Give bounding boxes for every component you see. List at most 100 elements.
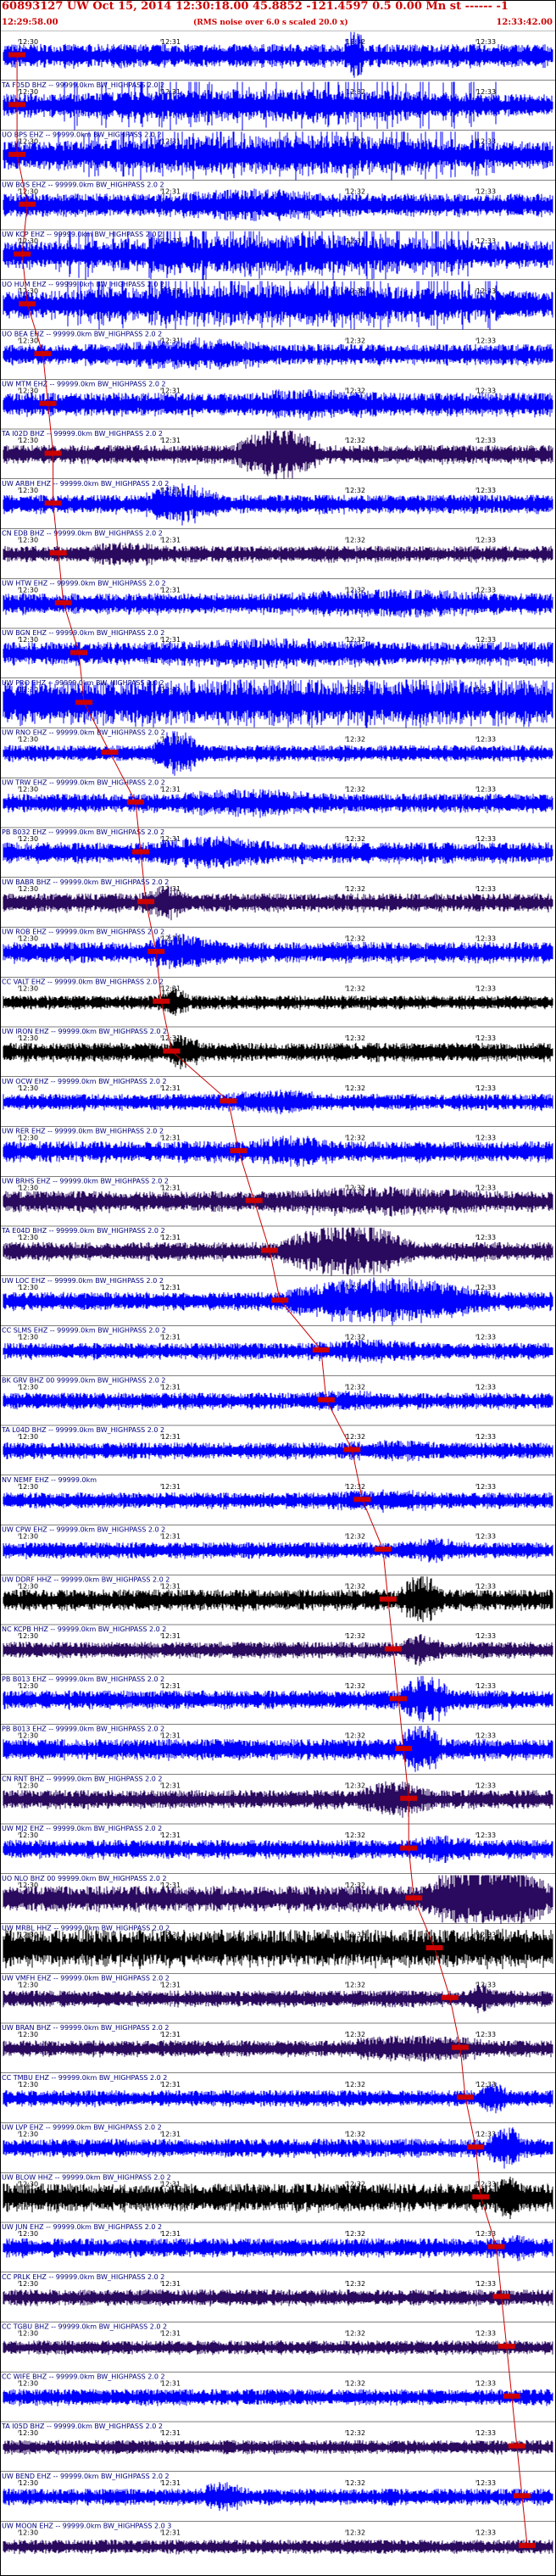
trace-row: UW ARBH EHZ -- 99999.0km BW_HIGHPASS 2.0… — [0, 478, 556, 526]
time-tick-label: 12:32 — [346, 1781, 365, 1789]
time-tick-label: 12:32 — [346, 785, 365, 793]
time-tick-label: 12:32 — [346, 1682, 365, 1690]
time-tick-label: 12:30 — [19, 1832, 38, 1839]
time-tick-label: 12:32 — [346, 1582, 365, 1590]
time-tick-label: 12:31 — [161, 1981, 181, 1988]
time-tick-label: 12:30 — [19, 2429, 38, 2437]
time-tick-label: 12:32 — [346, 2230, 365, 2238]
waveform — [3, 1089, 553, 1115]
time-tick-label: 12:30 — [19, 2529, 38, 2537]
waveform — [3, 231, 553, 281]
time-tick-label: 12:31 — [161, 387, 181, 394]
waveform — [3, 1983, 553, 2014]
trace-row: PB B032 EHZ -- 99999.0km BW_HIGHPASS 2.0… — [0, 827, 556, 869]
trace-row: UO NLO BHZ 00 99999.0km BW_HIGHPASS 2.0 … — [0, 1873, 556, 1924]
time-tick-label: 12:31 — [161, 1533, 181, 1541]
time-tick-label: 12:30 — [19, 1084, 38, 1092]
time-tick-label: 12:30 — [19, 1433, 38, 1441]
time-tick-label: 12:33 — [476, 2529, 496, 2537]
time-tick-label: 12:31 — [161, 187, 181, 195]
time-tick-label: 12:33 — [476, 885, 496, 893]
time-tick-label: 12:30 — [19, 1334, 38, 1341]
time-tick-label: 12:33 — [476, 1334, 496, 1341]
time-tick-label: 12:31 — [161, 1582, 181, 1590]
time-tick-label: 12:31 — [161, 1732, 181, 1740]
time-tick-label: 12:30 — [19, 785, 38, 793]
time-tick-label: 12:30 — [19, 2379, 38, 2387]
trace-row: PB B013 EHZ -- 99999.0km BW_HIGHPASS 2.0… — [0, 1724, 556, 1772]
time-tick-label: 12:31 — [161, 1682, 181, 1690]
waveform — [3, 933, 553, 969]
trace-row: UW PRO EHZ -- 99999.0km BW_HIGHPASS 2.0 … — [0, 677, 556, 728]
time-tick-label: 12:32 — [346, 736, 365, 744]
time-tick-label: 12:33 — [476, 437, 496, 444]
time-tick-label: 12:31 — [161, 1383, 181, 1391]
time-tick-label: 12:31 — [161, 586, 181, 594]
time-tick-label: 12:33 — [476, 1383, 496, 1391]
time-tick-label: 12:32 — [346, 537, 365, 544]
time-tick-label: 12:33 — [476, 387, 496, 394]
waveform — [3, 2389, 553, 2406]
time-tick-label: 12:30 — [19, 935, 38, 943]
time-tick-label: 12:32 — [346, 2081, 365, 2088]
time-tick-label: 12:32 — [346, 1135, 365, 1142]
time-tick-label: 12:30 — [19, 1135, 38, 1142]
trace-row: UW LVP EHZ -- 99999.0km BW_HIGHPASS 2.0 … — [0, 2122, 556, 2169]
time-tick-label: 12:33 — [476, 586, 496, 594]
time-tick-label: 12:30 — [19, 1981, 38, 1988]
time-tick-label: 12:30 — [19, 1383, 38, 1391]
time-tick-label: 12:33 — [476, 1184, 496, 1191]
time-tick-label: 12:30 — [19, 1034, 38, 1042]
time-tick-label: 12:33 — [476, 636, 496, 644]
time-tick-label: 12:33 — [476, 835, 496, 843]
trace-row: UW BEND EHZ -- 99999.0km BW_HIGHPASS 2.0… — [0, 2471, 556, 2512]
time-tick-label: 12:33 — [476, 1234, 496, 1241]
time-tick-label: 12:33 — [476, 1135, 496, 1142]
trace-row: UW BOS EHZ -- 99999.0km BW_HIGHPASS 2.0 … — [0, 179, 556, 221]
trace-row: CC TMBU EHZ -- 99999.0km BW_HIGHPASS 2.0… — [0, 2072, 556, 2114]
time-tick-label: 12:30 — [19, 1632, 38, 1640]
trace-row: TA L04D BHZ -- 99999.0km BW_HIGHPASS 2.0… — [0, 1425, 556, 1462]
time-tick-label: 12:33 — [476, 237, 496, 245]
time-tick-label: 12:30 — [19, 487, 38, 494]
trace-row: UO HUM EHZ -- 99999.0km BW_HIGHPASS 2.0 … — [0, 279, 556, 330]
time-tick-label: 12:33 — [476, 2429, 496, 2437]
trace-row: UW MJ2 EHZ -- 99999.0km BW_HIGHPASS 2.0 … — [0, 1823, 556, 1864]
time-tick-label: 12:32 — [346, 437, 365, 444]
trace-row: CC WIFE BHZ -- 99999.0km BW_HIGHPASS 2.0… — [0, 2371, 556, 2406]
time-tick-label: 12:31 — [161, 2031, 181, 2038]
scaling-note: (RMS noise over 6.0 s scaled 20.0 x) — [193, 19, 348, 27]
time-tick-label: 12:33 — [476, 1682, 496, 1690]
time-tick-label: 12:31 — [161, 1084, 181, 1092]
trace-row: NV NEMF EHZ -- 99999.0km12:30 12:31 12:32 1… — [0, 1475, 556, 1513]
time-tick-label: 12:31 — [161, 1284, 181, 1291]
time-tick-label: 12:30 — [19, 2330, 38, 2338]
trace-row: UW BRAN BHZ -- 99999.0km BW_HIGHPASS 2.0… — [0, 2022, 556, 2062]
waveform — [3, 885, 553, 921]
time-tick-label: 12:33 — [476, 1781, 496, 1789]
trace-row: UW DDRF HHZ -- 99999.0km BW_HIGHPASS 2.0… — [0, 1574, 556, 1623]
time-tick-label: 12:31 — [161, 537, 181, 544]
time-tick-label: 12:32 — [346, 835, 365, 843]
time-tick-label: 12:32 — [346, 984, 365, 992]
time-tick-label: 12:30 — [19, 736, 38, 744]
time-tick-label: 12:33 — [476, 2031, 496, 2038]
trace-row: CC TGBU BHZ -- 99999.0km BW_HIGHPASS 2.0… — [0, 2322, 556, 2356]
waveform — [3, 1489, 553, 1513]
time-tick-label: 12:32 — [346, 1732, 365, 1740]
time-tick-label: 12:33 — [476, 2330, 496, 2338]
time-tick-label: 12:31 — [161, 785, 181, 793]
trace-row: CC SLMS EHZ -- 99999.0km BW_HIGHPASS 2.0… — [0, 1325, 556, 1363]
waveform — [3, 483, 553, 526]
time-tick-label: 12:33 — [476, 1433, 496, 1441]
waveform — [3, 835, 553, 869]
time-tick-label: 12:32 — [346, 1632, 365, 1640]
waveform — [3, 337, 553, 371]
waveform — [3, 986, 553, 1016]
time-tick-label: 12:33 — [476, 1632, 496, 1640]
time-tick-label: 12:30 — [19, 1184, 38, 1191]
waveform — [3, 1440, 553, 1462]
plot-header: 60893127 UW Oct 15, 2014 12:30:18.00 45.… — [0, 0, 556, 31]
time-tick-label: 12:33 — [476, 1732, 496, 1740]
time-tick-label: 12:31 — [161, 2230, 181, 2238]
